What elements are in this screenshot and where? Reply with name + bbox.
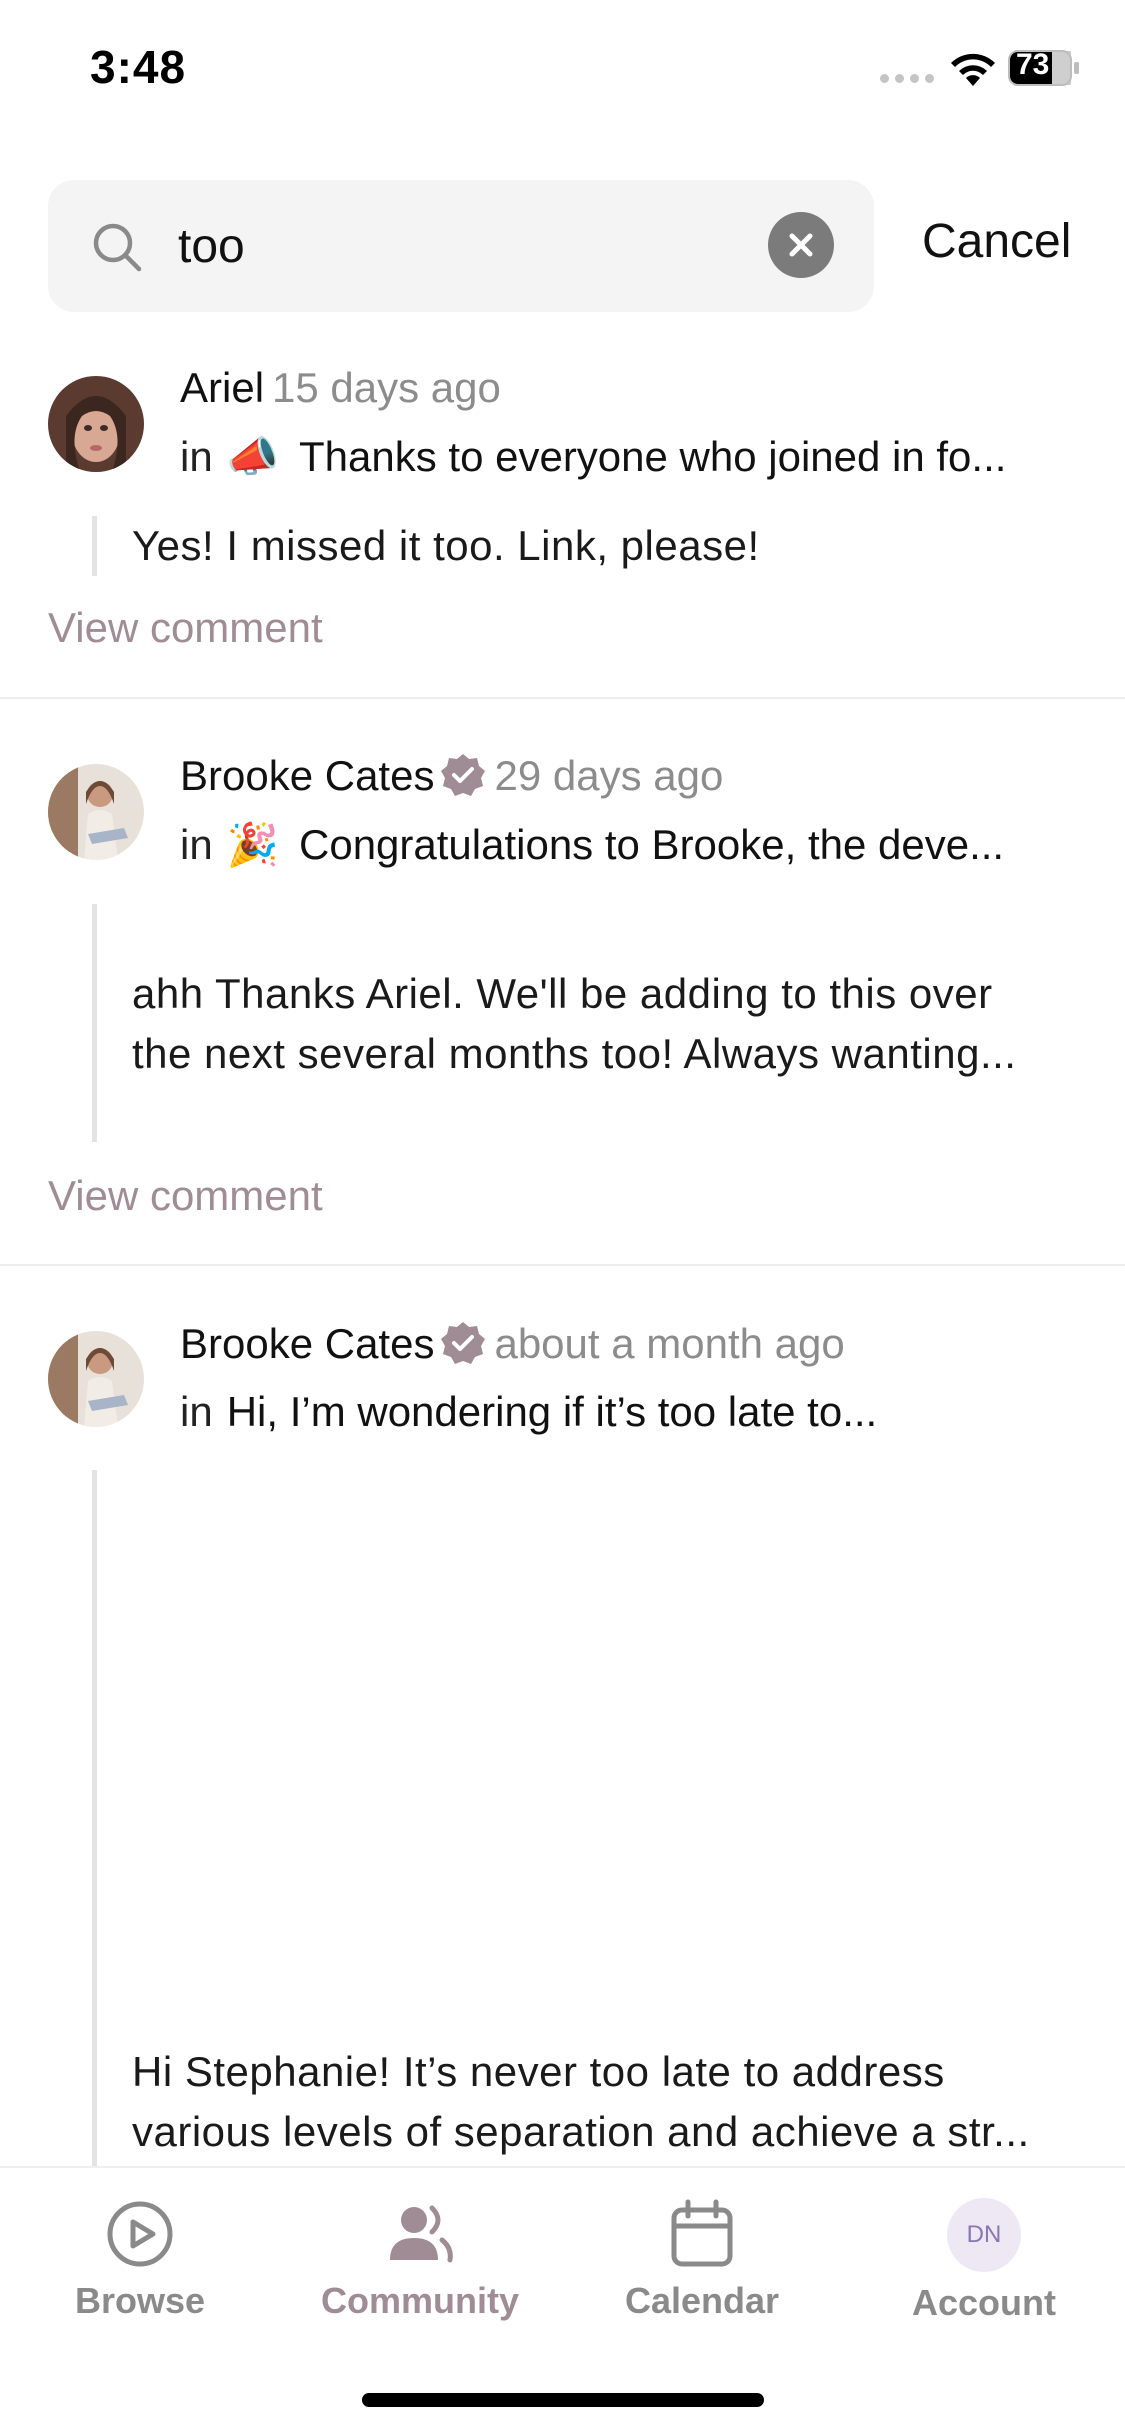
calendar-icon (671, 2199, 733, 2267)
timestamp: 15 days ago (272, 364, 501, 411)
divider (0, 1264, 1125, 1266)
comment-line: ahh Thanks Ariel. We'll be adding to thi… (132, 970, 993, 1017)
tab-browse[interactable]: Browse (30, 2198, 250, 2322)
tab-label: Community (321, 2280, 519, 2321)
search-icon (93, 223, 142, 272)
thread-link[interactable]: in Hi, I’m wondering if it’s too late to.… (180, 1388, 877, 1436)
clear-search-button[interactable] (768, 212, 834, 278)
megaphone-icon: 📣 (226, 432, 279, 481)
search-bar[interactable] (48, 180, 874, 312)
tab-calendar[interactable]: Calendar (592, 2198, 812, 2322)
comment-line: the next several months too! Always want… (132, 1030, 1017, 1077)
view-comment-link[interactable]: View comment (48, 1172, 323, 1220)
view-comment-link[interactable]: View comment (48, 604, 323, 652)
quote-bar (92, 904, 97, 1142)
divider (0, 697, 1125, 699)
verified-badge-icon (441, 1321, 486, 1364)
tab-label: Calendar (624, 2280, 780, 2321)
quote-bar (92, 1470, 97, 2166)
thread-title: Hi, I’m wondering if it’s too late to... (226, 1388, 878, 1435)
search-input[interactable] (178, 210, 778, 282)
thread-link[interactable]: in 🎉 Congratulations to Brooke, the deve..… (180, 820, 1004, 870)
cancel-button[interactable]: Cancel (922, 214, 1071, 269)
quote-bar (92, 516, 97, 576)
signal-icon (880, 74, 934, 83)
tab-community[interactable]: Community (310, 2198, 530, 2322)
home-indicator[interactable] (362, 2393, 764, 2407)
close-icon (789, 233, 813, 257)
avatar[interactable] (48, 764, 144, 860)
thread-link[interactable]: in 📣 Thanks to everyone who joined in fo..… (180, 432, 1006, 482)
comment-text: Hi Stephanie! It’s never too late to add… (132, 2042, 1082, 2162)
comment-line: various levels of separation and achieve… (132, 2108, 1030, 2155)
party-popper-icon: 🎉 (226, 820, 279, 869)
play-circle-icon (107, 2201, 173, 2267)
wifi-icon (951, 53, 995, 86)
battery-icon: 73 (1008, 48, 1080, 86)
users-icon (390, 2205, 453, 2263)
tab-label: Account (912, 2282, 1056, 2323)
comment-text: ahh Thanks Ariel. We'll be adding to thi… (132, 964, 1082, 1084)
comment-line: Hi Stephanie! It’s never too late to add… (132, 2048, 945, 2095)
author-name[interactable]: Brooke Cates (180, 752, 434, 799)
verified-badge-icon (441, 753, 486, 796)
status-bar: 3:48 73 (0, 0, 1125, 140)
tab-account[interactable]: DN Account (874, 2198, 1094, 2324)
timestamp: 29 days ago (494, 752, 724, 799)
thread-title: Thanks to everyone who joined in fo... (299, 433, 1007, 480)
account-initials-icon: DN (947, 2198, 1021, 2272)
comment-text: Yes! I missed it too. Link, please! (132, 516, 1082, 576)
avatar[interactable] (48, 376, 144, 472)
in-label: in (180, 1388, 213, 1435)
in-label: in (180, 821, 213, 868)
status-time: 3:48 (90, 41, 187, 93)
author-name[interactable]: Ariel (180, 364, 264, 411)
comment-line: Yes! I missed it too. Link, please! (132, 522, 760, 569)
avatar[interactable] (48, 1331, 144, 1427)
author-name[interactable]: Brooke Cates (180, 1320, 434, 1367)
battery-level: 73 (1016, 48, 1050, 81)
in-label: in (180, 433, 213, 480)
tab-label: Browse (74, 2280, 206, 2321)
timestamp: about a month ago (494, 1320, 845, 1367)
thread-title: Congratulations to Brooke, the deve... (299, 821, 1005, 868)
